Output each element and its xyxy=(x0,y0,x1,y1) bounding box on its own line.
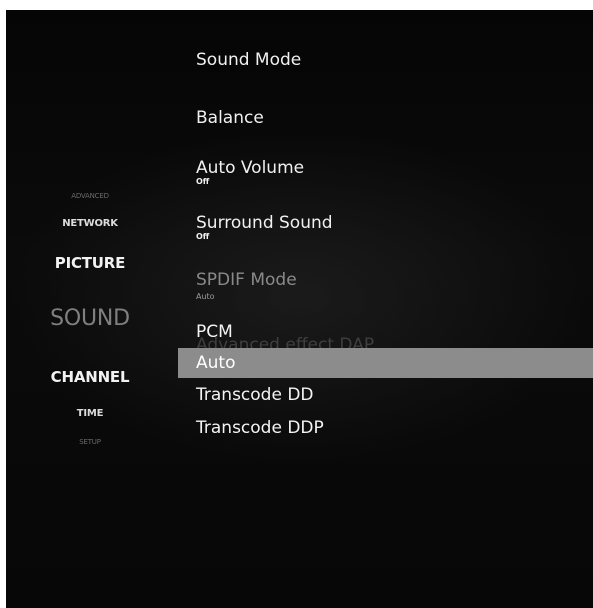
tv-settings-screen: ADVANCED NETWORK PICTURE SOUND CHANNEL T… xyxy=(6,10,593,608)
menu-item-auto-volume[interactable]: Auto Volume xyxy=(196,158,304,178)
nav-item-setup[interactable]: SETUP xyxy=(6,438,174,446)
dropdown-option-transcode-dd[interactable]: Transcode DD xyxy=(178,378,593,413)
nav-item-picture[interactable]: PICTURE xyxy=(6,254,174,272)
nav-item-channel[interactable]: CHANNEL xyxy=(6,368,174,386)
menu-item-surround-sound[interactable]: Surround Sound xyxy=(196,213,333,233)
menu-item-sound-mode[interactable]: Sound Mode xyxy=(196,50,301,70)
menu-item-balance[interactable]: Balance xyxy=(196,108,264,128)
auto-volume-value: Off xyxy=(196,177,210,186)
spdif-mode-value: Auto xyxy=(196,292,215,301)
spdif-mode-dropdown: PCM Auto Transcode DD Transcode DDP xyxy=(178,316,593,448)
nav-item-time[interactable]: TIME xyxy=(6,408,174,419)
dropdown-option-pcm[interactable]: PCM xyxy=(178,316,593,348)
surround-sound-value: Off xyxy=(196,232,210,241)
dropdown-option-transcode-ddp[interactable]: Transcode DDP xyxy=(178,413,593,448)
nav-item-advanced[interactable]: ADVANCED xyxy=(6,192,174,200)
dropdown-option-auto[interactable]: Auto xyxy=(178,348,593,378)
nav-item-network[interactable]: NETWORK xyxy=(6,218,174,229)
nav-item-sound[interactable]: SOUND xyxy=(6,306,174,331)
menu-item-spdif-mode[interactable]: SPDIF Mode xyxy=(196,270,297,290)
